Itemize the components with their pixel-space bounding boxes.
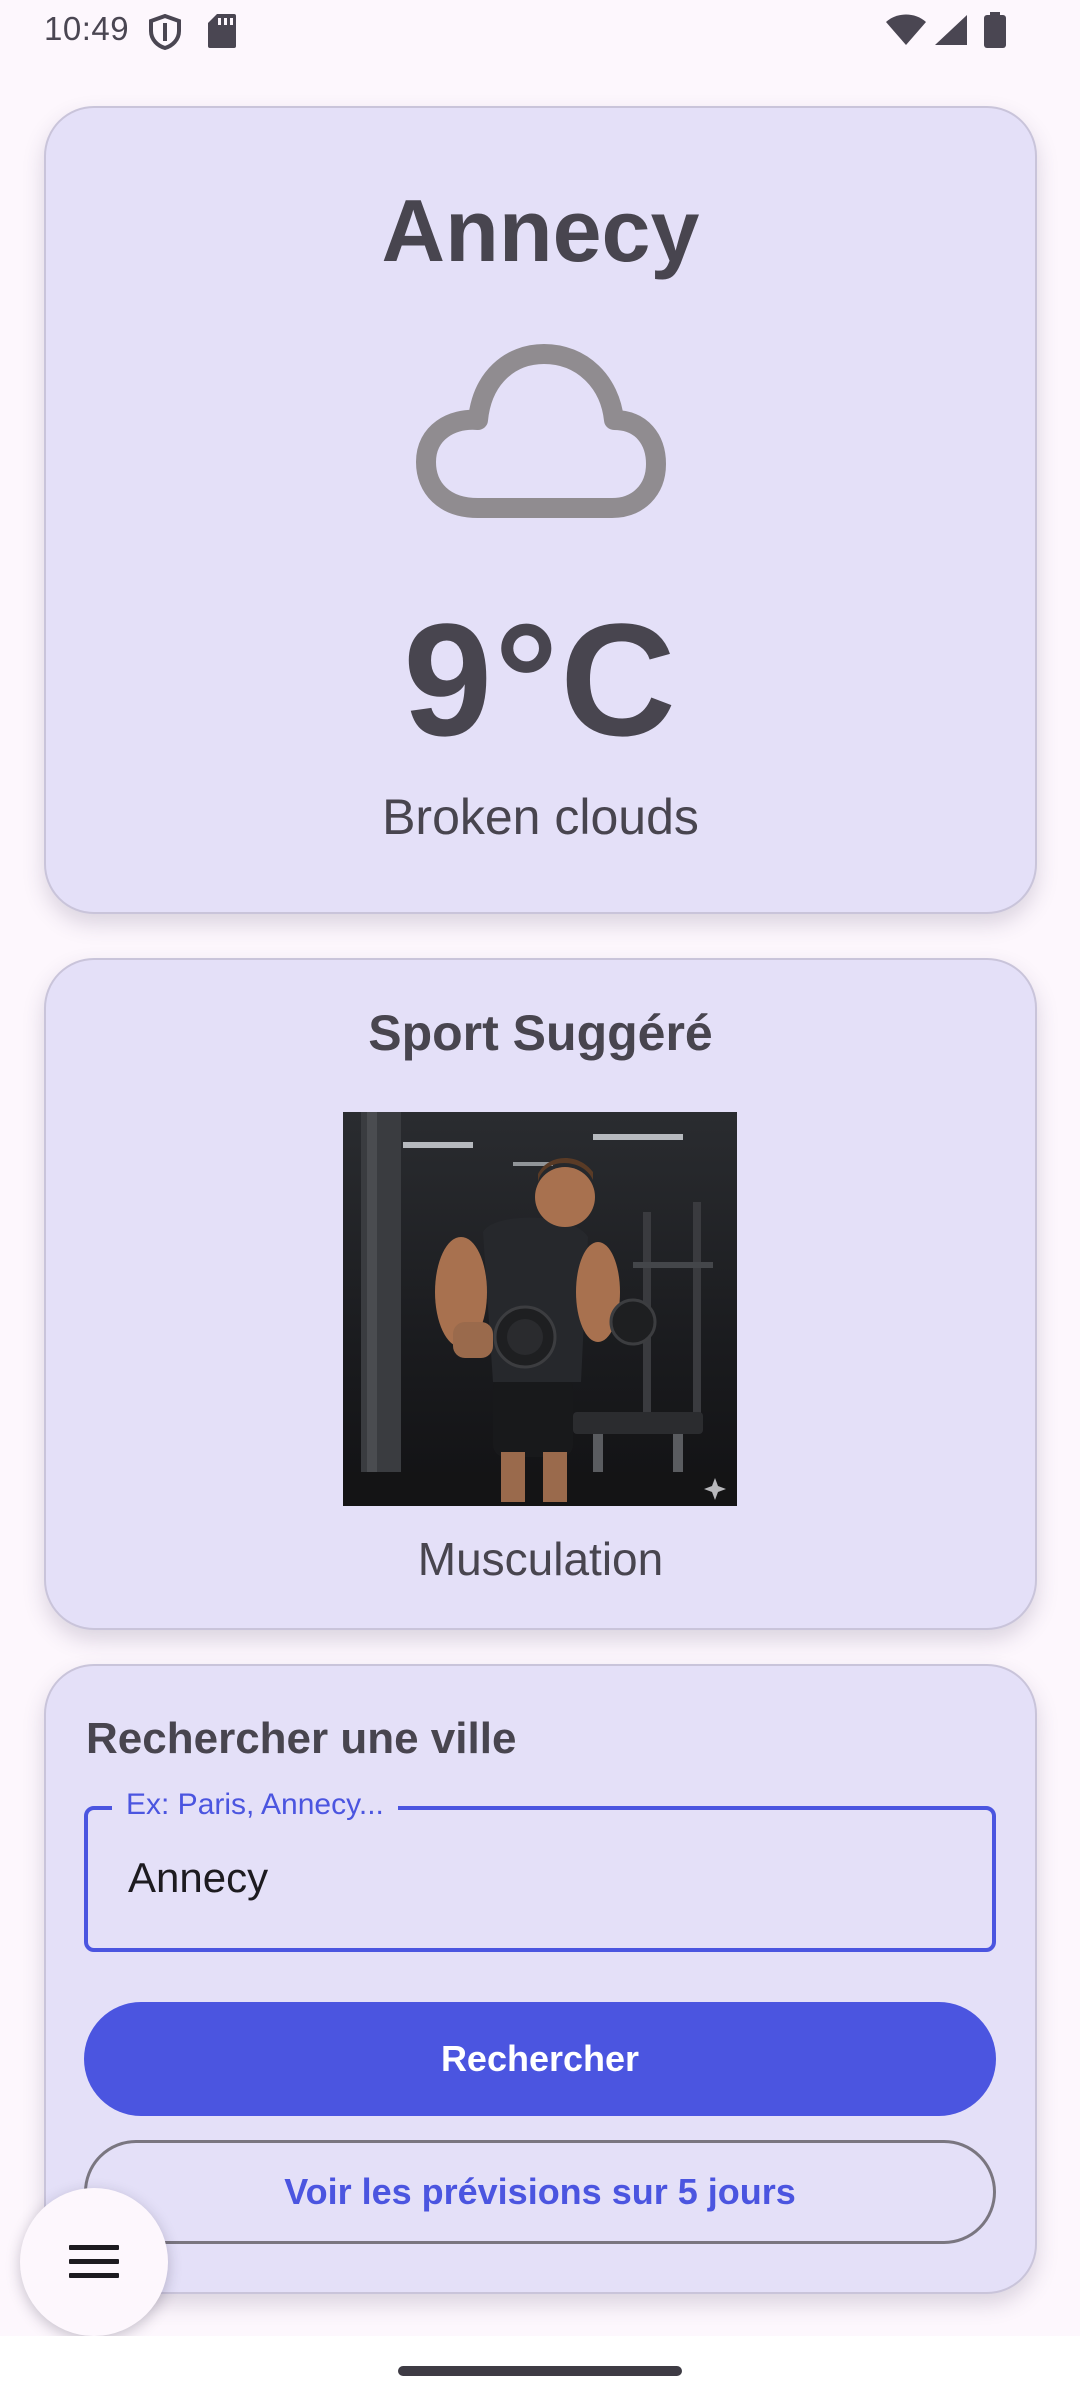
menu-fab[interactable] bbox=[20, 2188, 168, 2336]
home-indicator[interactable] bbox=[398, 2366, 682, 2376]
sd-card-icon bbox=[208, 14, 236, 48]
cloud-icon bbox=[416, 344, 666, 518]
search-button[interactable]: Rechercher bbox=[84, 2002, 996, 2116]
battery-icon bbox=[984, 12, 1006, 48]
sport-card: Sport Suggéré Musculation bbox=[44, 958, 1037, 1630]
wifi-icon bbox=[886, 14, 926, 45]
sport-name: Musculation bbox=[417, 1533, 664, 1585]
five-day-forecast-button[interactable]: Voir les prévisions sur 5 jours bbox=[84, 2140, 996, 2244]
navigation-bar bbox=[0, 2336, 1080, 2400]
search-field-label: Ex: Paris, Annecy... bbox=[112, 1788, 398, 1822]
sport-image bbox=[343, 1112, 737, 1506]
screen: 10:49 Annecy 9°C Broken clouds Sport Sug… bbox=[0, 0, 1080, 2400]
city-search-field[interactable]: Ex: Paris, Annecy... bbox=[84, 1788, 996, 1952]
temperature: 9°C bbox=[403, 590, 678, 769]
weightlifting-photo bbox=[343, 1112, 737, 1506]
cellular-signal-icon bbox=[935, 15, 967, 45]
weather-card: Annecy 9°C Broken clouds bbox=[44, 106, 1037, 914]
menu-icon bbox=[69, 2245, 119, 2278]
status-bar: 10:49 bbox=[0, 0, 1080, 62]
search-title: Rechercher une ville bbox=[86, 1714, 517, 1763]
shield-icon bbox=[149, 14, 181, 50]
weather-description: Broken clouds bbox=[382, 789, 699, 845]
search-card: Rechercher une ville Ex: Paris, Annecy..… bbox=[44, 1664, 1037, 2294]
city-name: Annecy bbox=[381, 181, 700, 280]
sport-title: Sport Suggéré bbox=[368, 1005, 713, 1061]
city-search-input[interactable] bbox=[128, 1848, 948, 1908]
status-time: 10:49 bbox=[44, 10, 130, 47]
